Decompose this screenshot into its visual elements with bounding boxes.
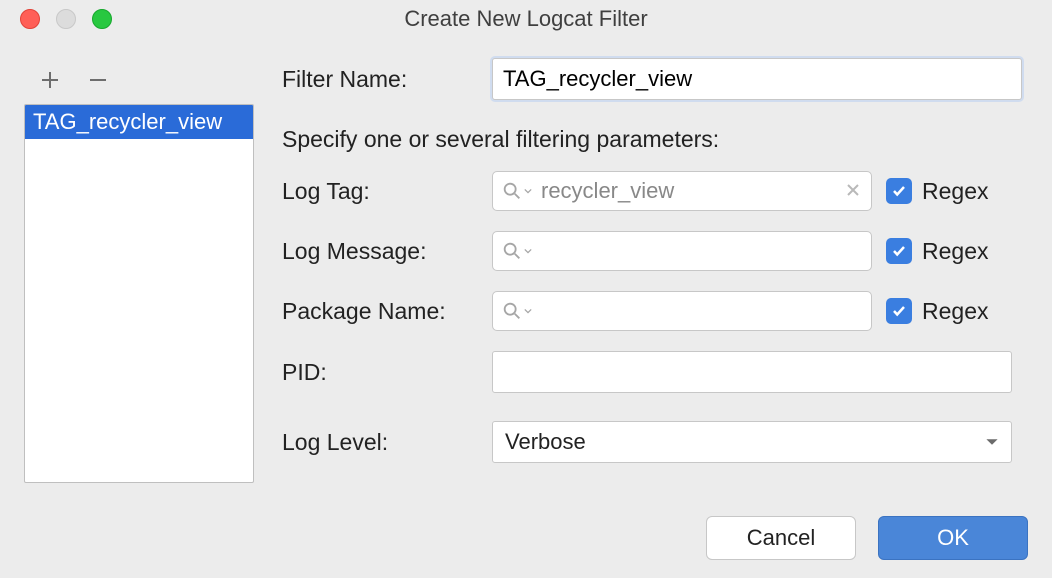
minimize-window-icon [56, 9, 76, 29]
filter-name-label: Filter Name: [282, 66, 492, 93]
ok-button-label: OK [937, 525, 969, 551]
ok-button[interactable]: OK [878, 516, 1028, 560]
cancel-button[interactable]: Cancel [706, 516, 856, 560]
chevron-down-icon [523, 187, 533, 195]
package-name-row: Package Name: Regex [282, 291, 1028, 331]
log-message-input[interactable] [539, 237, 863, 265]
check-icon [891, 303, 907, 319]
package-name-label: Package Name: [282, 298, 492, 325]
regex-package-name-checkbox[interactable] [886, 298, 912, 324]
pid-row: PID: [282, 351, 1028, 393]
sidebar: TAG_recycler_view [24, 58, 254, 483]
log-level-value: Verbose [505, 429, 586, 455]
regex-log-message-checkbox[interactable] [886, 238, 912, 264]
filter-list-item[interactable]: TAG_recycler_view [25, 105, 253, 139]
log-level-label: Log Level: [282, 429, 492, 456]
chevron-down-icon [985, 429, 999, 455]
dialog-footer: Cancel OK [706, 516, 1028, 560]
search-icon [501, 240, 533, 262]
regex-label: Regex [922, 178, 988, 205]
regex-label: Regex [922, 298, 988, 325]
log-tag-row: Log Tag: [282, 171, 1028, 211]
package-name-input[interactable] [539, 297, 863, 325]
check-icon [891, 183, 907, 199]
regex-log-tag-group: Regex [886, 178, 988, 205]
log-level-row: Log Level: Verbose [282, 421, 1028, 463]
log-message-row: Log Message: Regex [282, 231, 1028, 271]
clear-icon[interactable] [843, 178, 863, 204]
minus-icon [88, 70, 108, 90]
form: Filter Name: Specify one or several filt… [282, 58, 1028, 483]
chevron-down-icon [523, 307, 533, 315]
log-message-label: Log Message: [282, 238, 492, 265]
pid-label: PID: [282, 359, 492, 386]
close-window-icon[interactable] [20, 9, 40, 29]
window-controls [0, 9, 112, 29]
log-tag-input[interactable] [539, 177, 843, 205]
search-icon [501, 180, 533, 202]
filter-list-toolbar [24, 58, 254, 104]
remove-filter-button[interactable] [84, 66, 112, 94]
zoom-window-icon[interactable] [92, 9, 112, 29]
add-filter-button[interactable] [36, 66, 64, 94]
filter-name-input[interactable] [492, 58, 1022, 100]
section-label: Specify one or several filtering paramet… [282, 126, 1028, 153]
window-title: Create New Logcat Filter [0, 6, 1052, 32]
regex-log-message-group: Regex [886, 238, 988, 265]
filter-list-item-label: TAG_recycler_view [33, 109, 222, 134]
plus-icon [40, 70, 60, 90]
cancel-button-label: Cancel [747, 525, 815, 551]
dialog-window: Create New Logcat Filter TAG_recycler_vi… [0, 0, 1052, 578]
log-tag-input-wrap [492, 171, 872, 211]
pid-input[interactable] [492, 351, 1012, 393]
package-name-input-wrap [492, 291, 872, 331]
regex-log-tag-checkbox[interactable] [886, 178, 912, 204]
titlebar: Create New Logcat Filter [0, 0, 1052, 38]
check-icon [891, 243, 907, 259]
filter-list[interactable]: TAG_recycler_view [24, 104, 254, 483]
log-tag-label: Log Tag: [282, 178, 492, 205]
filter-name-row: Filter Name: [282, 58, 1028, 100]
regex-label: Regex [922, 238, 988, 265]
regex-package-name-group: Regex [886, 298, 988, 325]
chevron-down-icon [523, 247, 533, 255]
dialog-body: TAG_recycler_view Filter Name: Specify o… [0, 38, 1052, 483]
search-icon [501, 300, 533, 322]
log-level-select[interactable]: Verbose [492, 421, 1012, 463]
log-message-input-wrap [492, 231, 872, 271]
